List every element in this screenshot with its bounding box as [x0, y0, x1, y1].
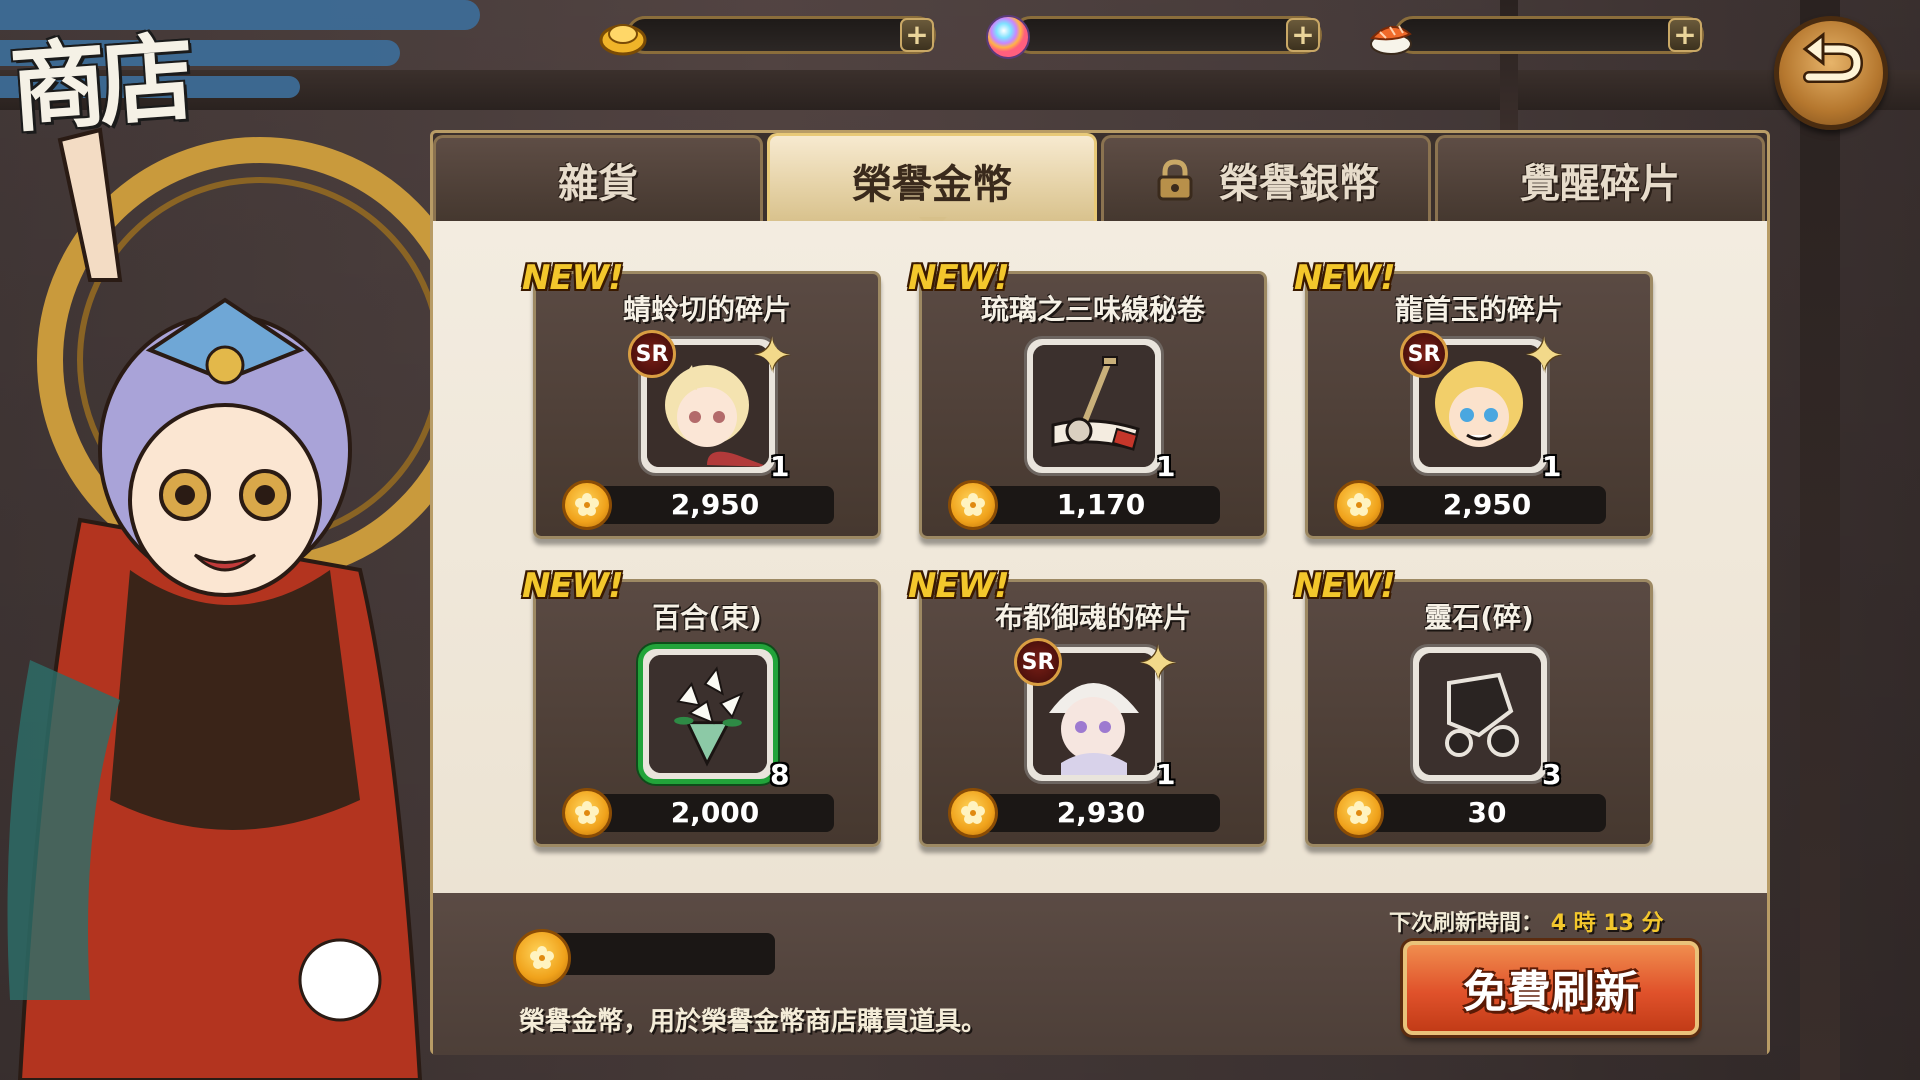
- sushi-icon: [1369, 25, 1412, 55]
- tab-label: 榮譽銀幣: [1219, 160, 1379, 207]
- shop-footer: 榮譽金幣，用於榮譽金幣商店購買道具。 下次刷新時間： 4 時 13 分 免費刷新: [433, 893, 1767, 1055]
- rainbow-orb-icon: [986, 15, 1030, 59]
- shard-star-icon: ✦: [1138, 636, 1179, 692]
- tab-general-goods[interactable]: 雜貨: [433, 135, 763, 221]
- back-button[interactable]: [1774, 16, 1888, 130]
- gold-ingot-icon: [599, 24, 647, 56]
- tab-awakening-shards[interactable]: 覺醒碎片: [1435, 135, 1765, 221]
- item-quantity: 1: [770, 450, 790, 483]
- shop-item-card[interactable]: NEW! 龍首玉的碎片 SR ✦ 1 2,950: [1294, 258, 1653, 539]
- shop-item-card[interactable]: NEW! 琉璃之三味線秘卷 1 1,170: [908, 258, 1267, 539]
- tab-honor-gold[interactable]: 榮譽金幣: [767, 133, 1097, 225]
- item-grid: NEW! 蜻蛉切的碎片 SR ✦ 1 2,950 NEW! 琉璃之三味線秘卷 1…: [433, 221, 1767, 893]
- spirit-stone-icon: [1419, 653, 1541, 775]
- item-name: 靈石(碎): [1424, 601, 1534, 634]
- shop-item-card[interactable]: NEW! 蜻蛉切的碎片 SR ✦ 1 2,950: [522, 258, 881, 539]
- item-icon-frame: [638, 644, 778, 784]
- shop-keeper-character-art: [7, 127, 440, 1080]
- shop-item-card[interactable]: NEW! 靈石(碎) 3 30: [1294, 566, 1653, 847]
- tab-label: 榮譽金幣: [852, 161, 1012, 208]
- item-quantity: 3: [1542, 758, 1562, 791]
- honor-gold-coin-icon: [562, 788, 612, 838]
- item-price: 2,950: [670, 488, 760, 521]
- price-bar: 2,000: [596, 794, 834, 832]
- item-quantity: 1: [1156, 450, 1176, 483]
- rarity-badge: SR: [1014, 638, 1062, 686]
- timer-hours: 4: [1550, 911, 1566, 936]
- currency-bar: [1012, 16, 1322, 54]
- free-refresh-label: 免費刷新: [1463, 967, 1639, 1018]
- price-bar: 2,950: [596, 486, 834, 524]
- currency-sushi: +: [1364, 12, 1714, 58]
- currency-bar: [626, 16, 936, 54]
- shop-title-text: 商店: [6, 20, 191, 146]
- item-name: 龍首玉的碎片: [1394, 293, 1563, 326]
- refresh-timer: 下次刷新時間： 4 時 13 分: [1389, 905, 1664, 937]
- item-name: 百合(束): [652, 601, 762, 634]
- shop-panel: 雜貨 榮譽金幣 榮譽銀幣 覺醒碎片 NEW! 蜻蛉切的碎片 SR ✦ 1 2,9…: [430, 130, 1770, 1055]
- refresh-timer-label: 下次刷新時間：: [1389, 911, 1544, 936]
- currency-rainbow-orb: +: [982, 12, 1332, 59]
- item-quantity: 1: [1156, 758, 1176, 791]
- free-refresh-button[interactable]: 免費刷新: [1403, 941, 1699, 1035]
- price-bar: 2,950: [1368, 486, 1606, 524]
- honor-gold-coin-icon: [948, 788, 998, 838]
- rarity-badge: SR: [628, 330, 676, 378]
- lily-bouquet-icon: [649, 655, 767, 773]
- item-price: 30: [1467, 796, 1507, 829]
- item-icon-frame: [1410, 644, 1550, 784]
- currency-gold-ingot: +: [596, 12, 946, 58]
- item-name: 琉璃之三味線秘卷: [980, 293, 1205, 326]
- honor-gold-coin-icon: [948, 480, 998, 530]
- back-arrow-icon: [1802, 31, 1864, 83]
- tab-honor-silver[interactable]: 榮譽銀幣: [1101, 135, 1431, 221]
- tab-label: 覺醒碎片: [1520, 160, 1680, 207]
- add-gold-button[interactable]: +: [900, 18, 934, 52]
- shop-tabs: 雜貨 榮譽金幣 榮譽銀幣 覺醒碎片: [433, 133, 1767, 231]
- price-bar: 1,170: [982, 486, 1220, 524]
- background-pillar: [1800, 0, 1840, 1080]
- timer-minutes-unit: 分: [1641, 911, 1664, 936]
- shop-title: 商店: [4, 0, 204, 146]
- rarity-badge: SR: [1400, 330, 1448, 378]
- shop-item-card[interactable]: NEW! 布都御魂的碎片 SR ✦ 1 2,930: [908, 566, 1267, 847]
- add-sushi-button[interactable]: +: [1668, 18, 1702, 52]
- lock-icon: [1157, 158, 1193, 200]
- item-icon-frame: [1024, 336, 1164, 476]
- item-quantity: 8: [770, 758, 790, 791]
- shard-star-icon: ✦: [752, 328, 793, 384]
- item-price: 1,170: [1056, 488, 1146, 521]
- honor-gold-coin-icon: [1334, 480, 1384, 530]
- shop-item-card[interactable]: NEW! 百合(束) 8 2,000: [522, 566, 881, 847]
- item-name: 蜻蛉切的碎片: [622, 293, 791, 326]
- honor-gold-coin-icon: [513, 929, 571, 987]
- honor-gold-coin-icon: [562, 480, 612, 530]
- currency-bar: [1394, 16, 1704, 54]
- item-price: 2,950: [1442, 488, 1532, 521]
- price-bar: 2,930: [982, 794, 1220, 832]
- tab-label: 雜貨: [558, 160, 638, 207]
- item-quantity: 1: [1542, 450, 1562, 483]
- item-price: 2,000: [670, 796, 760, 829]
- timer-hours-unit: 時: [1573, 911, 1596, 936]
- price-bar: 30: [1368, 794, 1606, 832]
- shamisen-scroll-icon: [1033, 345, 1155, 467]
- item-name: 布都御魂的碎片: [994, 601, 1191, 634]
- shard-star-icon: ✦: [1524, 328, 1565, 384]
- currency-description: 榮譽金幣，用於榮譽金幣商店購買道具。: [519, 1007, 988, 1037]
- item-price: 2,930: [1056, 796, 1146, 829]
- honor-gold-coin-icon: [1334, 788, 1384, 838]
- add-orb-button[interactable]: +: [1286, 18, 1320, 52]
- timer-minutes: 13: [1603, 911, 1634, 936]
